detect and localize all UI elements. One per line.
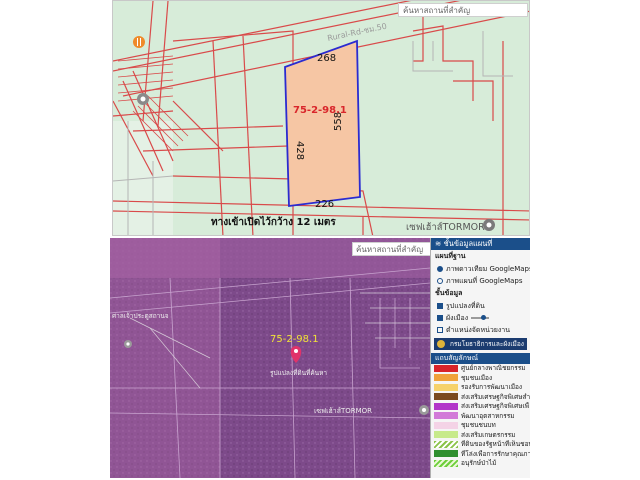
zoning-map-canvas: 75-2-98.1 รูปแปลงที่ดินที่ค้นหา เซฟเฮ้าส…: [110, 238, 430, 478]
search-input[interactable]: ค้นหาสถานที่สำคัญ: [398, 3, 528, 17]
legend-item: ส่งเสริมเศรษฐกิจพิเศษสำห: [431, 393, 530, 403]
legend-item: ชุมชนเมือง: [431, 374, 530, 384]
parcel-side-bottom: 226: [315, 199, 334, 210]
panel-header-text: ชั้นข้อมูลแผนที่: [443, 239, 493, 248]
land-parcel[interactable]: [284, 39, 361, 208]
legend-label: รองรับการพัฒนาเมือง: [461, 383, 523, 391]
legend-item: รองรับการพัฒนาเมือง: [431, 383, 530, 393]
layer-toggle-zoning[interactable]: ผังเมือง: [431, 312, 530, 324]
bottom-poi-label: เซฟเฮ้าส์TORMOR: [314, 407, 372, 415]
cadastral-map-canvas: Rural-Rd-ชม.50 75-2-98.1 268 428 558 226…: [113, 1, 529, 235]
legend-label: ส่งเสริมเศรษฐกิจพิเศษสำห: [461, 392, 530, 401]
layers-title: ชั้นข้อมูล: [435, 289, 463, 297]
bottom-location-pin-icon[interactable]: [124, 340, 132, 348]
restaurant-marker-icon[interactable]: [133, 36, 145, 48]
legend-item: ศูนย์กลางพาณิชยกรรม: [431, 364, 530, 374]
legend-label: ส่งเสริมเกษตรกรรม: [461, 430, 516, 439]
legend-swatch: [434, 383, 458, 391]
layer-toggle-offices[interactable]: ตำแหน่งจัดหน่วยงาน: [431, 324, 530, 336]
legend-swatch: [434, 364, 458, 372]
legend-item: อนุรักษ์ป่าไม้: [431, 459, 530, 469]
layer-label: รูปแปลงที่ดิน: [446, 302, 485, 310]
legend-label: ส่งเสริมเศรษฐกิจพิเศษเพื่: [461, 402, 529, 410]
legend-swatch: [434, 450, 458, 457]
legend-item: ที่โล่งเพื่อการรักษาคุณภาพสิ่งแ: [431, 450, 530, 460]
layer-control-panel: ≋ ชั้นข้อมูลแผนที่ แผนที่ฐาน ภาพดาวเทียม…: [430, 238, 530, 478]
legend-item: ชุมชนชนบท: [431, 421, 530, 431]
legend-label: ที่ดินของรัฐหน้าที่เห็นชอบให้เป: [461, 440, 530, 448]
legend-label: อนุรักษ์ป่าไม้: [461, 459, 497, 467]
legend-swatch: [434, 412, 458, 419]
legend-item: ส่งเสริมเกษตรกรรม: [431, 431, 530, 441]
org-banner: กรมโยธาธิการและผังเมือง: [434, 338, 527, 350]
access-note: ทางเข้าเปิดไว้กว้าง 12 เมตร: [211, 215, 336, 228]
legend-swatch: [434, 459, 458, 467]
layer-label: ตำแหน่งจัดหน่วยงาน: [446, 326, 511, 334]
parcel-side-left: 428: [294, 141, 305, 160]
legend-label: ที่โล่งเพื่อการรักษาคุณภาพสิ่งแ: [461, 449, 530, 458]
legend: ศูนย์กลางพาณิชยกรรม ชุมชนเมือง รองรับการพั…: [431, 364, 530, 469]
legend-item: ที่ดินของรัฐหน้าที่เห็นชอบให้เป: [431, 440, 530, 450]
legend-swatch: [434, 402, 458, 410]
legend-label: ชุมชนชนบท: [461, 421, 496, 429]
legend-swatch: [434, 393, 458, 400]
checkbox-checked-icon: [437, 303, 443, 309]
poi-marker-icon[interactable]: [483, 219, 495, 231]
basemap-option-satellite[interactable]: ภาพดาวเทียม GoogleMaps: [431, 263, 530, 275]
legend-swatch: [434, 431, 458, 438]
parcel-side-right: 558: [333, 112, 344, 131]
legend-swatch: [434, 374, 458, 381]
parcel-side-top: 268: [317, 53, 336, 64]
radio-icon: [437, 278, 443, 284]
panel-header[interactable]: ≋ ชั้นข้อมูลแผนที่: [431, 238, 530, 250]
legend-title: แถบสัญลักษณ์: [431, 353, 530, 364]
legend-item: ส่งเสริมเศรษฐกิจพิเศษเพื่: [431, 402, 530, 412]
opacity-slider[interactable]: [471, 315, 490, 320]
layer-toggle-parcels[interactable]: รูปแปลงที่ดิน: [431, 300, 530, 312]
legend-label: ศูนย์กลางพาณิชยกรรม: [461, 364, 526, 372]
checkbox-icon: [437, 327, 443, 333]
basemap-title: แผนที่ฐาน: [435, 252, 466, 260]
bottom-search-input[interactable]: ค้นหาสถานที่สำคัญ: [352, 242, 432, 256]
legend-swatch: [434, 440, 458, 448]
pin-label: รูปแปลงที่ดินที่ค้นหา: [270, 368, 327, 377]
poi-label: เซฟเฮ้าส์TORMOR: [406, 221, 485, 233]
pin-parcel-id: 75-2-98.1: [270, 334, 319, 345]
left-poi-label: ศาลเจ้าประตูสถานจ: [112, 312, 169, 320]
location-pin-icon[interactable]: [137, 93, 149, 105]
basemap-option-label: ภาพแผนที่ GoogleMaps: [446, 277, 523, 285]
checkbox-checked-icon: [437, 315, 443, 321]
legend-item: พัฒนาอุตสาหกรรม: [431, 412, 530, 422]
basemap-option-label: ภาพดาวเทียม GoogleMaps: [446, 265, 530, 273]
legend-label: ชุมชนเมือง: [461, 373, 493, 382]
basemap-option-map[interactable]: ภาพแผนที่ GoogleMaps: [431, 275, 530, 287]
cadastral-map[interactable]: Rural-Rd-ชม.50 75-2-98.1 268 428 558 226…: [112, 0, 530, 236]
radio-selected-icon: [437, 266, 443, 272]
bottom-poi-marker-icon[interactable]: [419, 405, 429, 415]
legend-swatch: [434, 421, 458, 429]
legend-label: พัฒนาอุตสาหกรรม: [461, 411, 515, 420]
layer-label: ผังเมือง: [446, 314, 469, 322]
